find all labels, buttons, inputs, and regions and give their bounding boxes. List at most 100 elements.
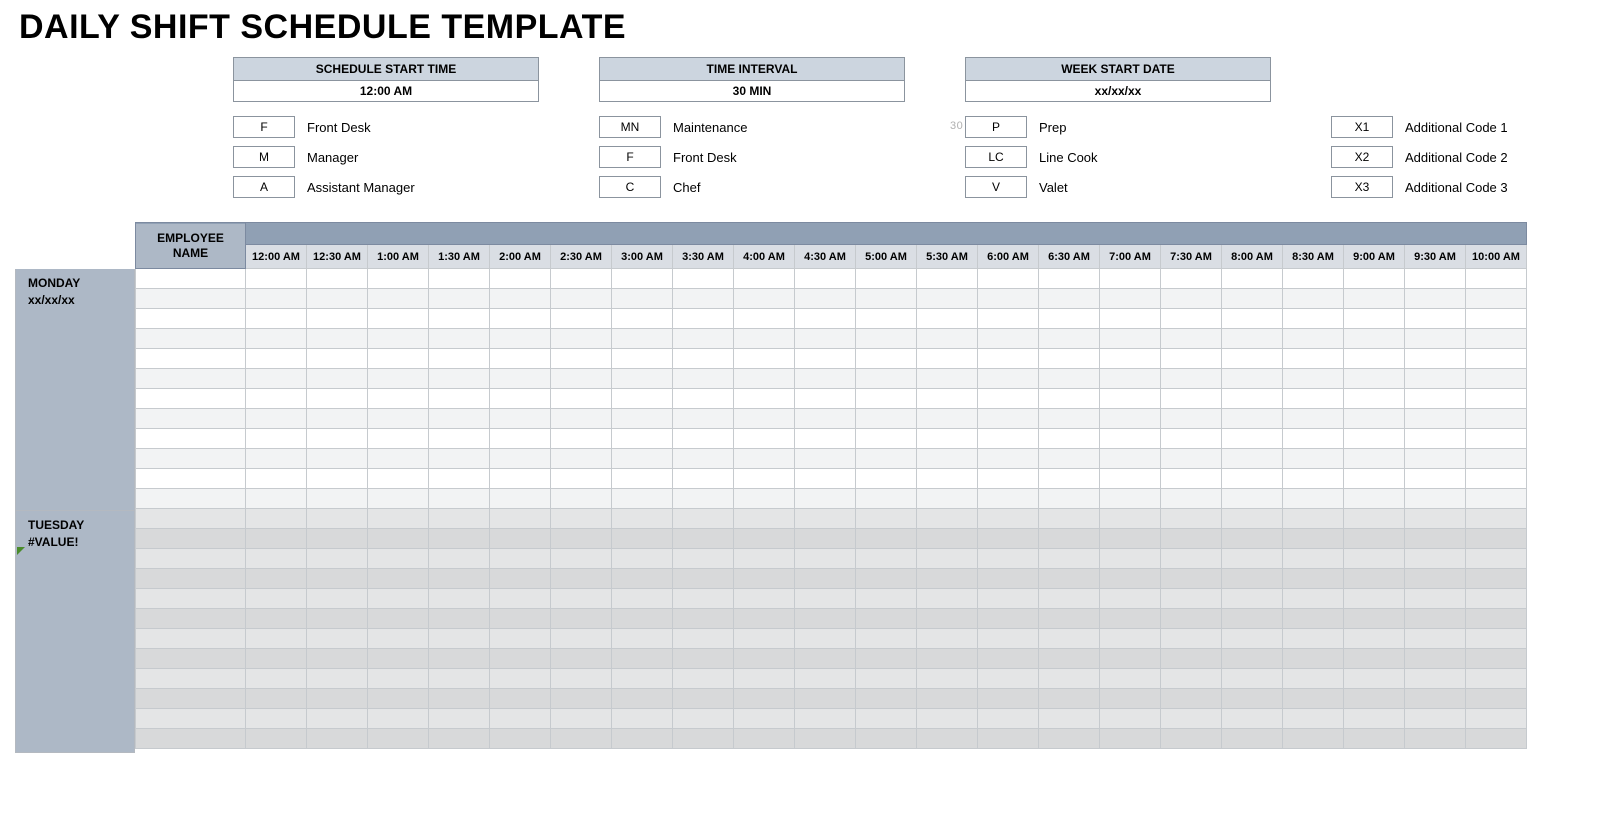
- schedule-cell[interactable]: [978, 629, 1039, 649]
- schedule-cell[interactable]: [1466, 369, 1527, 389]
- schedule-cell[interactable]: [1222, 549, 1283, 569]
- schedule-cell[interactable]: [1466, 629, 1527, 649]
- schedule-cell[interactable]: [368, 609, 429, 629]
- schedule-cell[interactable]: [551, 269, 612, 289]
- schedule-cell[interactable]: [612, 689, 673, 709]
- schedule-cell[interactable]: [246, 289, 307, 309]
- schedule-cell[interactable]: [1161, 409, 1222, 429]
- schedule-cell[interactable]: [551, 709, 612, 729]
- schedule-cell[interactable]: [673, 729, 734, 749]
- schedule-cell[interactable]: [307, 589, 368, 609]
- schedule-cell[interactable]: [612, 549, 673, 569]
- schedule-cell[interactable]: [307, 709, 368, 729]
- schedule-cell[interactable]: [1039, 729, 1100, 749]
- employee-name-cell[interactable]: [136, 569, 246, 589]
- schedule-cell[interactable]: [795, 429, 856, 449]
- schedule-cell[interactable]: [551, 329, 612, 349]
- schedule-cell[interactable]: [1405, 269, 1466, 289]
- schedule-cell[interactable]: [368, 429, 429, 449]
- schedule-cell[interactable]: [1405, 529, 1466, 549]
- schedule-cell[interactable]: [673, 409, 734, 429]
- schedule-cell[interactable]: [429, 689, 490, 709]
- schedule-cell[interactable]: [1039, 269, 1100, 289]
- schedule-cell[interactable]: [1344, 349, 1405, 369]
- legend-code-input[interactable]: C: [599, 176, 661, 198]
- schedule-cell[interactable]: [673, 589, 734, 609]
- schedule-cell[interactable]: [1466, 689, 1527, 709]
- schedule-cell[interactable]: [734, 349, 795, 369]
- schedule-cell[interactable]: [429, 669, 490, 689]
- schedule-cell[interactable]: [1344, 689, 1405, 709]
- schedule-cell[interactable]: [429, 389, 490, 409]
- schedule-cell[interactable]: [246, 449, 307, 469]
- employee-name-cell[interactable]: [136, 689, 246, 709]
- schedule-cell[interactable]: [795, 289, 856, 309]
- schedule-cell[interactable]: [917, 369, 978, 389]
- schedule-cell[interactable]: [246, 469, 307, 489]
- schedule-cell[interactable]: [673, 469, 734, 489]
- schedule-cell[interactable]: [978, 489, 1039, 509]
- schedule-cell[interactable]: [978, 689, 1039, 709]
- schedule-row[interactable]: [136, 289, 1527, 309]
- schedule-cell[interactable]: [1161, 669, 1222, 689]
- schedule-cell[interactable]: [551, 309, 612, 329]
- schedule-cell[interactable]: [917, 569, 978, 589]
- schedule-cell[interactable]: [612, 369, 673, 389]
- schedule-cell[interactable]: [1344, 369, 1405, 389]
- legend-code-input[interactable]: P: [965, 116, 1027, 138]
- schedule-cell[interactable]: [734, 589, 795, 609]
- schedule-cell[interactable]: [551, 449, 612, 469]
- schedule-cell[interactable]: [551, 509, 612, 529]
- schedule-cell[interactable]: [429, 409, 490, 429]
- schedule-cell[interactable]: [917, 289, 978, 309]
- schedule-cell[interactable]: [1405, 369, 1466, 389]
- schedule-cell[interactable]: [429, 449, 490, 469]
- schedule-cell[interactable]: [307, 309, 368, 329]
- schedule-cell[interactable]: [917, 409, 978, 429]
- schedule-cell[interactable]: [795, 409, 856, 429]
- schedule-cell[interactable]: [1039, 589, 1100, 609]
- schedule-cell[interactable]: [307, 489, 368, 509]
- schedule-cell[interactable]: [246, 489, 307, 509]
- schedule-cell[interactable]: [1039, 389, 1100, 409]
- schedule-cell[interactable]: [307, 289, 368, 309]
- schedule-cell[interactable]: [1039, 669, 1100, 689]
- schedule-cell[interactable]: [1161, 269, 1222, 289]
- schedule-cell[interactable]: [368, 529, 429, 549]
- schedule-cell[interactable]: [917, 489, 978, 509]
- schedule-cell[interactable]: [490, 269, 551, 289]
- schedule-cell[interactable]: [795, 509, 856, 529]
- schedule-row[interactable]: [136, 649, 1527, 669]
- schedule-cell[interactable]: [429, 369, 490, 389]
- schedule-cell[interactable]: [368, 449, 429, 469]
- schedule-cell[interactable]: [856, 489, 917, 509]
- schedule-cell[interactable]: [612, 269, 673, 289]
- schedule-cell[interactable]: [551, 669, 612, 689]
- schedule-cell[interactable]: [1466, 589, 1527, 609]
- schedule-cell[interactable]: [917, 549, 978, 569]
- schedule-row[interactable]: [136, 509, 1527, 529]
- legend-code-input[interactable]: F: [233, 116, 295, 138]
- schedule-cell[interactable]: [734, 409, 795, 429]
- schedule-cell[interactable]: [1100, 429, 1161, 449]
- schedule-cell[interactable]: [307, 609, 368, 629]
- schedule-cell[interactable]: [795, 589, 856, 609]
- schedule-cell[interactable]: [551, 409, 612, 429]
- schedule-cell[interactable]: [429, 729, 490, 749]
- schedule-cell[interactable]: [1161, 609, 1222, 629]
- schedule-cell[interactable]: [429, 429, 490, 449]
- schedule-cell[interactable]: [1100, 269, 1161, 289]
- schedule-cell[interactable]: [612, 469, 673, 489]
- employee-name-cell[interactable]: [136, 289, 246, 309]
- schedule-row[interactable]: [136, 729, 1527, 749]
- employee-name-cell[interactable]: [136, 369, 246, 389]
- schedule-row[interactable]: [136, 409, 1527, 429]
- schedule-cell[interactable]: [795, 569, 856, 589]
- schedule-cell[interactable]: [673, 329, 734, 349]
- schedule-row[interactable]: [136, 469, 1527, 489]
- schedule-cell[interactable]: [1222, 449, 1283, 469]
- schedule-cell[interactable]: [734, 369, 795, 389]
- schedule-row[interactable]: [136, 389, 1527, 409]
- schedule-cell[interactable]: [1405, 429, 1466, 449]
- schedule-cell[interactable]: [978, 409, 1039, 429]
